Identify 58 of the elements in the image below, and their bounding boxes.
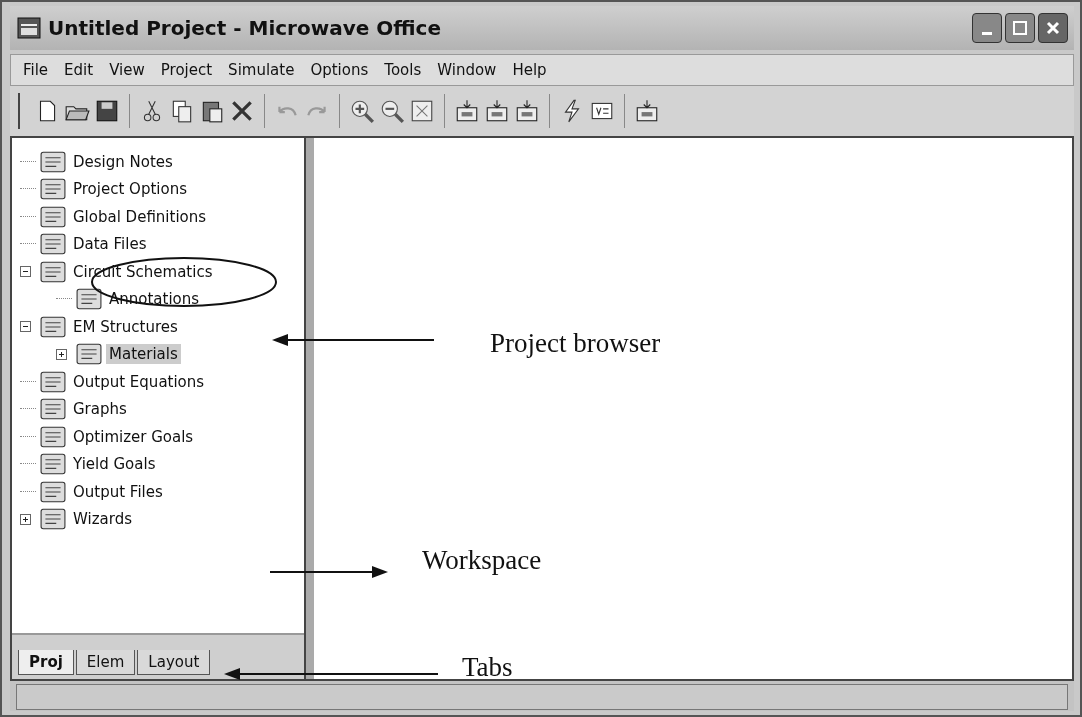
tab[interactable]: Layout (137, 650, 211, 675)
tree-item-icon (40, 205, 66, 228)
callout-label: Workspace (422, 545, 542, 576)
zoom-in-icon[interactable] (349, 98, 375, 124)
tree-item-icon (40, 398, 66, 421)
menu-item[interactable]: Project (152, 61, 221, 79)
tree-item[interactable]: EM Structures (70, 316, 181, 337)
tree-item[interactable]: Wizards (70, 509, 135, 530)
minimize-icon (982, 31, 992, 35)
tree-item-icon (40, 480, 66, 503)
tree-item-icon (40, 260, 66, 283)
box-arrow-icon[interactable] (514, 98, 540, 124)
menu-item[interactable]: Window (429, 61, 505, 79)
maximize-icon (1011, 19, 1029, 37)
zoom-fit-icon[interactable] (409, 98, 435, 124)
tree-item-icon (76, 288, 102, 311)
tree-item-icon (40, 150, 66, 173)
tree-item[interactable]: Output Equations (70, 371, 208, 392)
tab[interactable]: Elem (75, 650, 136, 675)
window-title: Untitled Project - Microwave Office (48, 16, 442, 40)
tree-item[interactable]: Yield Goals (70, 454, 159, 475)
tree-item[interactable]: Graphs (70, 399, 130, 420)
tree-item-icon (40, 370, 66, 393)
callout-label: Tabs (462, 652, 513, 683)
box-arrow-icon[interactable] (484, 98, 510, 124)
menu-item[interactable]: Simulate (220, 61, 303, 79)
tree-item-icon (40, 425, 66, 448)
tree-item[interactable]: Global Definitions (70, 206, 210, 227)
tree-item[interactable]: Design Notes (70, 151, 176, 172)
save-icon[interactable] (94, 98, 120, 124)
tree-item-icon (40, 508, 66, 531)
tree-item[interactable]: Project Options (70, 179, 190, 200)
box-arrow-icon[interactable] (454, 98, 480, 124)
tree-item[interactable]: Optimizer Goals (70, 426, 197, 447)
menu-item[interactable]: File (15, 61, 57, 79)
tab[interactable]: Proj (18, 650, 74, 675)
close-button[interactable] (1038, 13, 1068, 43)
tree-item-icon (40, 453, 66, 476)
minimize-button[interactable] (972, 13, 1002, 43)
zoom-out-icon[interactable] (379, 98, 405, 124)
menu-item[interactable]: Tools (376, 61, 430, 79)
callout-label: Project browser (490, 328, 661, 359)
splitter[interactable] (304, 138, 314, 679)
tree-item[interactable]: Data Files (70, 234, 150, 255)
tree-item-icon (40, 178, 66, 201)
tree-item-icon (40, 233, 66, 256)
menu-item[interactable]: Options (302, 61, 377, 79)
tree-item-icon (76, 343, 102, 366)
app-icon (16, 16, 42, 40)
menu-item[interactable]: View (101, 61, 153, 79)
menu-item[interactable]: Edit (56, 61, 102, 79)
delete-icon[interactable] (229, 98, 255, 124)
tree-item[interactable]: Materials (106, 344, 181, 365)
tree-item-icon (40, 315, 66, 338)
menu-item[interactable]: Help (504, 61, 555, 79)
tree-item[interactable]: Output Files (70, 481, 166, 502)
maximize-button[interactable] (1005, 13, 1035, 43)
close-icon (1044, 19, 1062, 37)
